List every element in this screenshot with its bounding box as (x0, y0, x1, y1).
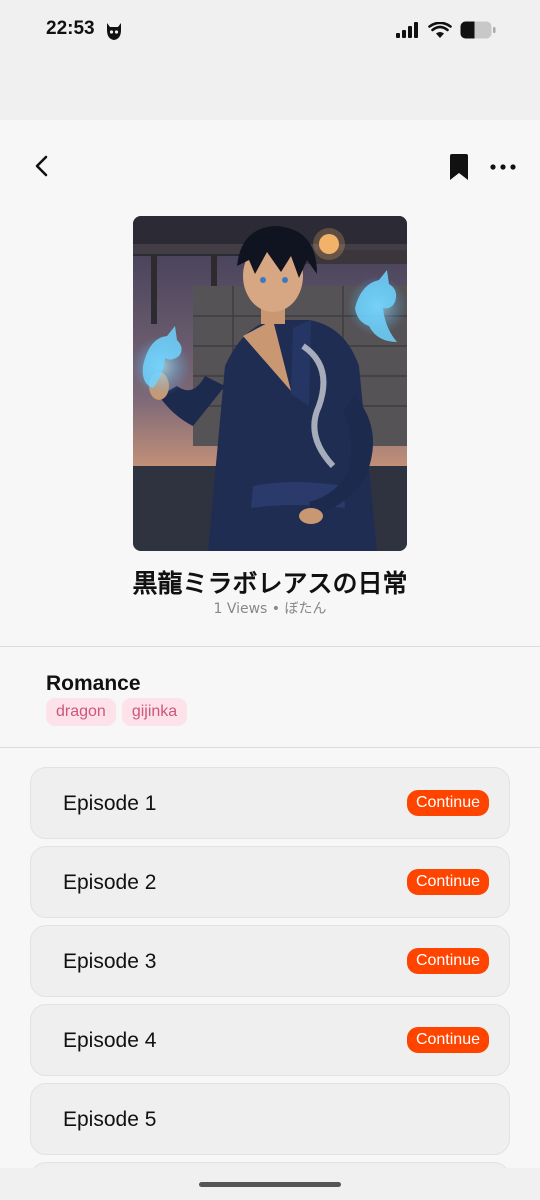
continue-button[interactable]: Continue (406, 869, 489, 895)
continue-button[interactable]: Continue (406, 948, 489, 974)
home-indicator[interactable] (199, 1182, 341, 1187)
episode-label: Episode 2 (63, 871, 157, 894)
tag-chip[interactable]: dragon (46, 698, 116, 726)
episode-row[interactable]: Episode 2 Continue (30, 846, 510, 918)
app-notification-icon (107, 23, 121, 40)
divider (0, 646, 540, 647)
episode-label: Episode 3 (63, 950, 157, 973)
cover-image[interactable] (133, 216, 407, 551)
more-icon[interactable] (488, 156, 518, 176)
story-meta: 1 Views • ぼたん (213, 601, 327, 617)
tag-list: dragon gijinka (46, 698, 188, 726)
story-title: 黒龍ミラボレアスの日常 (132, 569, 408, 598)
wifi-icon (428, 21, 452, 38)
bookmark-icon[interactable] (448, 154, 470, 180)
episode-label: Episode 1 (63, 792, 157, 815)
back-arrow-icon[interactable] (28, 152, 56, 180)
episode-row[interactable]: Episode 4 Continue (30, 1004, 510, 1076)
continue-button[interactable]: Continue (406, 1027, 489, 1053)
cellular-signal-icon (396, 22, 418, 38)
episode-row[interactable] (30, 1162, 510, 1168)
episode-label: Episode 4 (63, 1029, 157, 1052)
episode-list: Episode 1 Continue Episode 2 Continue Ep… (30, 767, 510, 1168)
episode-row[interactable]: Episode 3 Continue (30, 925, 510, 997)
genre-label: Romance (46, 672, 141, 695)
continue-button[interactable]: Continue (406, 790, 489, 816)
battery-icon (460, 21, 496, 39)
episode-row[interactable]: Episode 5 (30, 1083, 510, 1155)
episode-label: Episode 5 (63, 1108, 157, 1131)
tag-chip[interactable]: gijinka (121, 698, 188, 726)
episode-row[interactable]: Episode 1 Continue (30, 767, 510, 839)
divider (0, 747, 540, 748)
status-time: 22:53 (46, 18, 95, 39)
status-bar: 22:53 (0, 0, 540, 120)
story-detail-sheet: 黒龍ミラボレアスの日常 1 Views • ぼたん Romance dragon… (0, 120, 540, 1168)
